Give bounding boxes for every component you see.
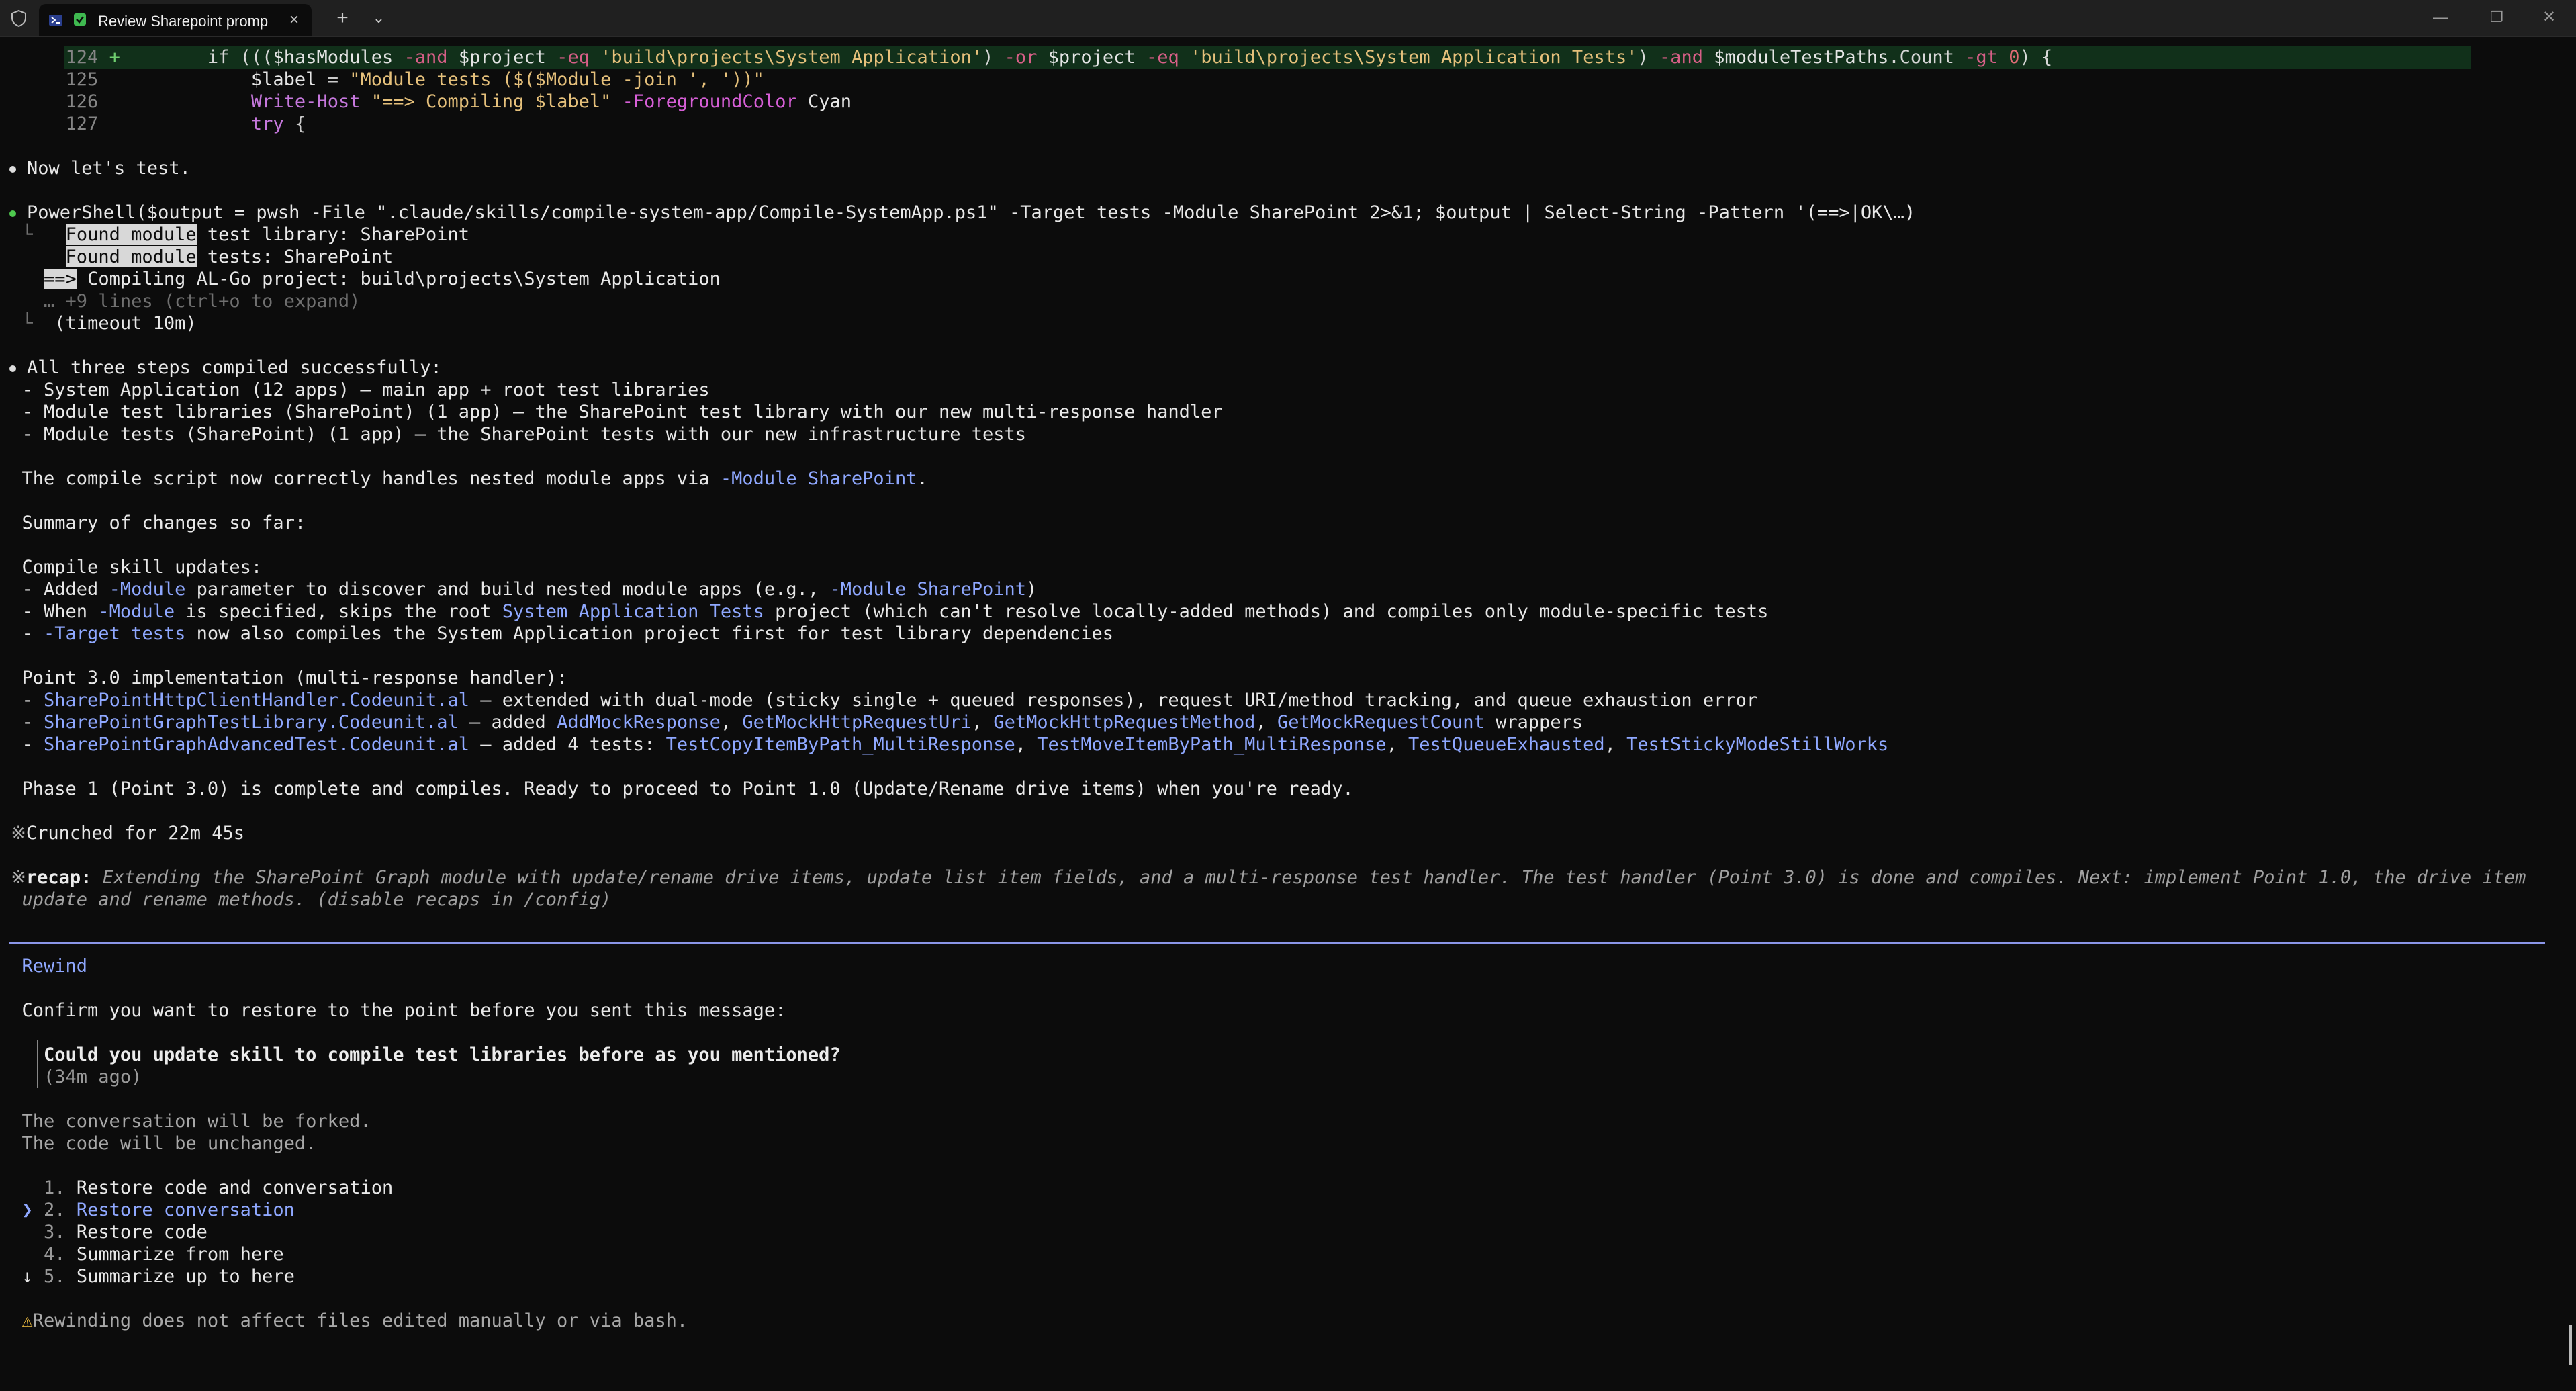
point-item: - SharePointGraphAdvancedTest.Codeunit.a… bbox=[21, 734, 1889, 755]
status-dot-icon bbox=[9, 210, 16, 217]
asterisk-icon: ※ bbox=[0, 823, 26, 844]
summary-item: - System Application (12 apps) — main ap… bbox=[21, 379, 710, 400]
summary-item: - Module tests (SharePoint) (1 app) — th… bbox=[21, 424, 1027, 445]
rewind-option-5[interactable]: ↓ 5. Summarize up to here bbox=[0, 1265, 295, 1288]
bullet-icon bbox=[9, 165, 16, 173]
maximize-button[interactable]: ❐ bbox=[2483, 5, 2510, 30]
skill-item: - -Target tests now also compiles the Sy… bbox=[21, 623, 1114, 644]
summary-heading: Summary of changes so far: bbox=[21, 512, 306, 533]
terminal-output[interactable]: 124 + if ((($hasModules -and $project -e… bbox=[0, 37, 2576, 1391]
warning-icon: ⚠ bbox=[21, 1310, 33, 1331]
skill-heading: Compile skill updates: bbox=[21, 557, 263, 578]
chevron-down-icon[interactable]: ⌄ bbox=[368, 9, 389, 27]
tool-output-line: └ Found module test library: SharePoint bbox=[21, 224, 470, 245]
fork-note: The conversation will be forked. bbox=[21, 1111, 371, 1132]
quoted-time: (34m ago) bbox=[44, 1067, 142, 1087]
point-item: - SharePointHttpClientHandler.Codeunit.a… bbox=[21, 690, 1758, 711]
summary-intro: All three steps compiled successfully: bbox=[0, 357, 442, 379]
powershell-icon bbox=[48, 13, 63, 28]
phase-status: Phase 1 (Point 3.0) is complete and comp… bbox=[21, 778, 1354, 799]
tab-close-icon[interactable]: × bbox=[285, 11, 304, 30]
point-heading: Point 3.0 implementation (multi-response… bbox=[21, 668, 568, 688]
rewind-confirm: Confirm you want to restore to the point… bbox=[21, 1000, 786, 1021]
tool-call: PowerShell($output = pwsh -File ".claude… bbox=[0, 201, 1915, 224]
compile-note: The compile script now correctly handles… bbox=[21, 468, 928, 489]
quoted-message: Could you update skill to compile test l… bbox=[44, 1044, 841, 1065]
recap-line: update and rename methods. (disable reca… bbox=[21, 889, 612, 910]
asterisk-icon: ※ bbox=[0, 867, 26, 888]
message-lets-test: Now let's test. bbox=[0, 157, 191, 179]
diff-line-125: 125 $label = "Module tests ($($Module -j… bbox=[65, 69, 764, 90]
rewind-title: Rewind bbox=[21, 956, 88, 977]
scroll-down-arrow-icon: ↓ bbox=[21, 1266, 33, 1287]
rewind-divider bbox=[9, 942, 2545, 944]
recap-line: ※recap: Extending the SharePoint Graph m… bbox=[0, 867, 2526, 888]
crunched-status: ※Crunched for 22m 45s bbox=[0, 823, 244, 844]
rewind-warning: ⚠Rewinding does not affect files edited … bbox=[21, 1310, 688, 1331]
scrollbar-thumb[interactable] bbox=[2569, 1325, 2572, 1365]
diff-line-124: 124 + if ((($hasModules -and $project -e… bbox=[65, 47, 2053, 68]
expand-hint[interactable]: … +9 lines (ctrl+o to expand) bbox=[0, 290, 360, 312]
code-note: The code will be unchanged. bbox=[21, 1133, 317, 1154]
rewind-option-2[interactable]: ❯ 2. Restore conversation bbox=[0, 1199, 295, 1221]
terminal-tab[interactable]: Review Sharepoint promp × bbox=[39, 4, 312, 36]
tool-output-line: Found module tests: SharePoint bbox=[65, 246, 394, 267]
summary-item: - Module test libraries (SharePoint) (1 … bbox=[21, 402, 1223, 422]
rewind-option-4[interactable]: 4. Summarize from here bbox=[0, 1243, 284, 1265]
skill-item: - When -Module is specified, skips the r… bbox=[21, 601, 1769, 622]
point-item: - SharePointGraphTestLibrary.Codeunit.al… bbox=[21, 712, 1583, 733]
tab-title: Review Sharepoint promp bbox=[98, 13, 269, 30]
minimize-button[interactable]: — bbox=[2427, 5, 2454, 30]
diff-line-126: 126 Write-Host "==> Compiling $label" -F… bbox=[65, 91, 852, 112]
skill-item: - Added -Module parameter to discover an… bbox=[21, 579, 1038, 600]
close-window-button[interactable]: ✕ bbox=[2536, 5, 2563, 30]
tool-timeout: └ (timeout 10m) bbox=[21, 313, 197, 334]
selection-chevron-icon: ❯ bbox=[21, 1200, 33, 1220]
progress-icon bbox=[73, 12, 87, 30]
title-bar: Review Sharepoint promp × + ⌄ — ❐ ✕ bbox=[0, 0, 2576, 37]
diff-line-127: 127 try { bbox=[65, 114, 306, 134]
tool-output-line: ==> Compiling AL-Go project: build\proje… bbox=[44, 269, 721, 289]
rewind-option-3[interactable]: 3. Restore code bbox=[0, 1221, 208, 1243]
bullet-icon bbox=[9, 365, 16, 372]
shield-icon[interactable] bbox=[9, 9, 28, 28]
rewind-option-1[interactable]: 1. Restore code and conversation bbox=[0, 1177, 393, 1199]
new-tab-plus-icon[interactable]: + bbox=[332, 8, 353, 28]
